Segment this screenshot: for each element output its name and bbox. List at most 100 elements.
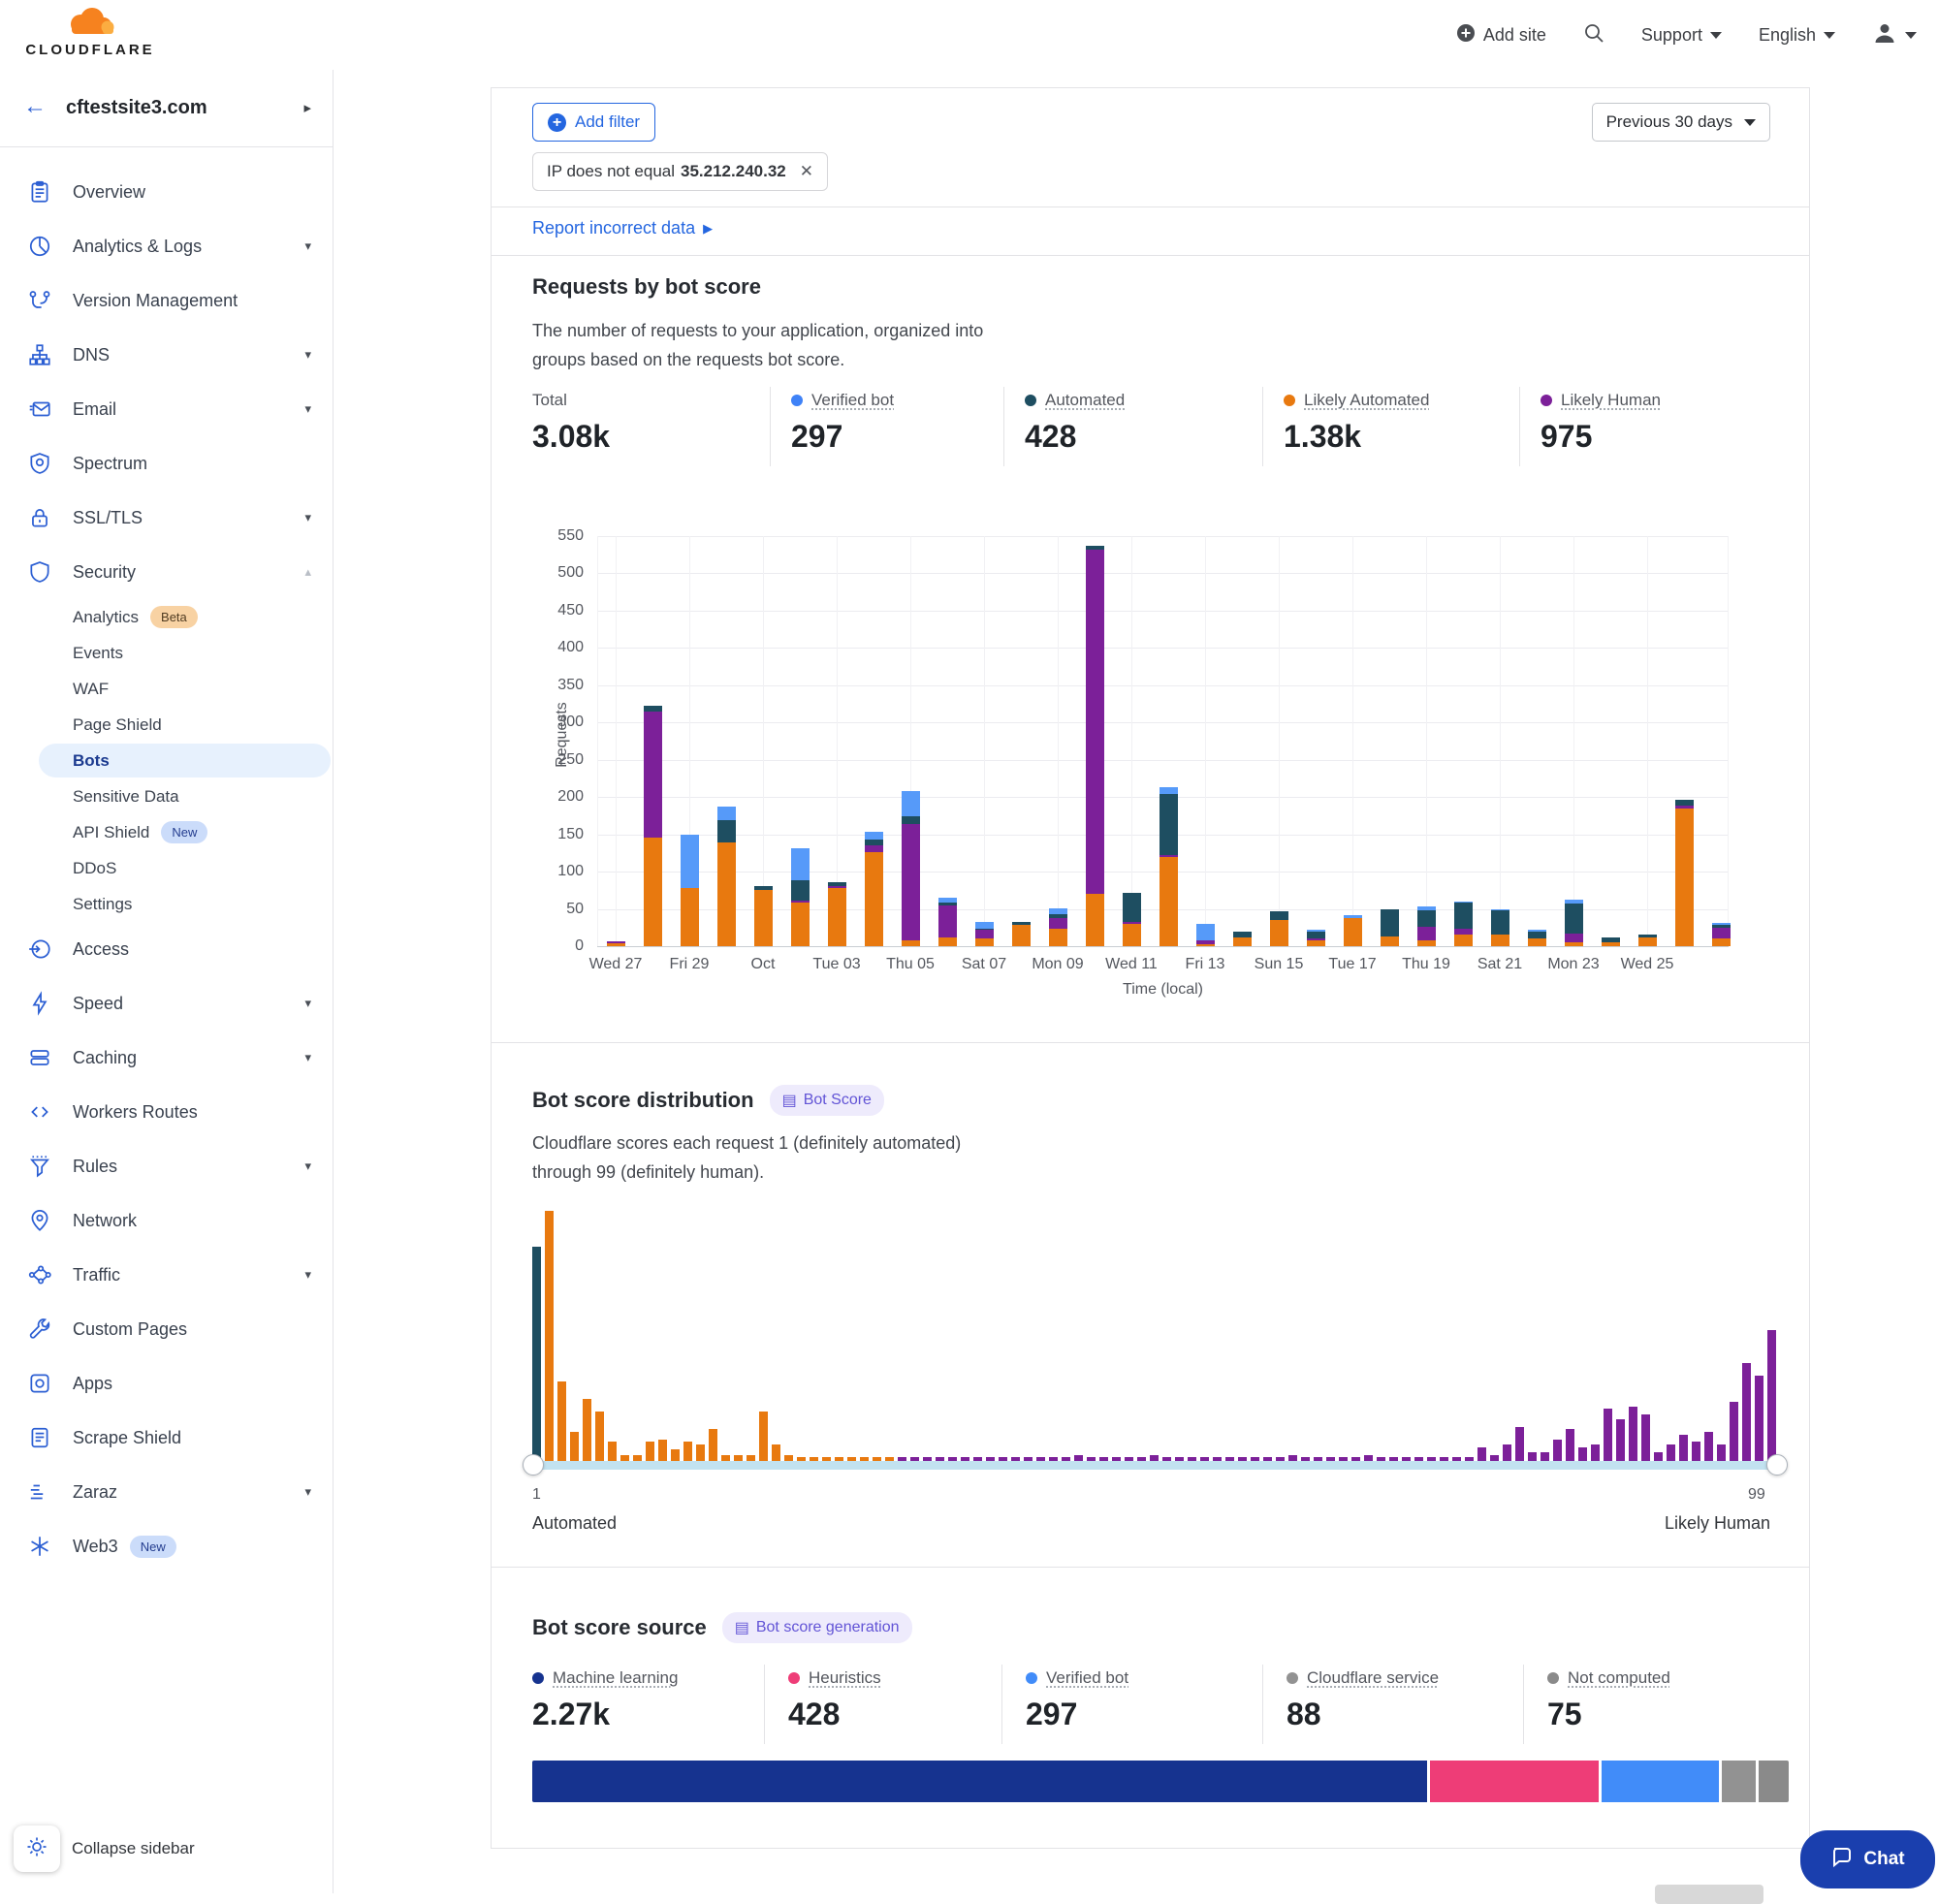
bar-day-13[interactable] bbox=[1049, 908, 1067, 946]
sidebar-item-page-shield[interactable]: Page Shield bbox=[0, 707, 333, 743]
bar-day-8[interactable] bbox=[865, 832, 883, 946]
bar-day-22[interactable] bbox=[1381, 909, 1399, 946]
bot-score-badge[interactable]: ▤ Bot Score bbox=[770, 1085, 884, 1116]
stat-label[interactable]: Likely Automated bbox=[1304, 391, 1429, 410]
sidebar-item-waf[interactable]: WAF bbox=[0, 671, 333, 707]
hist-bar-score-89[interactable] bbox=[1641, 1414, 1650, 1465]
hist-bar-score-6[interactable] bbox=[595, 1412, 604, 1465]
report-incorrect-data-link[interactable]: Report incorrect data ▶ bbox=[532, 218, 713, 238]
bar-day-30[interactable] bbox=[1675, 800, 1694, 946]
requests-bar-chart[interactable]: Requests Time (local) 050100150200250300… bbox=[597, 536, 1729, 946]
sidebar-item-settings[interactable]: Settings bbox=[0, 886, 333, 922]
time-range-select[interactable]: Previous 30 days bbox=[1592, 103, 1770, 142]
cloudflare-logo[interactable]: CLOUDFLARE bbox=[17, 6, 163, 58]
sidebar-item-events[interactable]: Events bbox=[0, 635, 333, 671]
hist-bar-score-3[interactable] bbox=[557, 1381, 566, 1465]
stat-label[interactable]: Machine learning bbox=[553, 1668, 678, 1688]
sidebar-item-speed[interactable]: Speed▾ bbox=[0, 976, 333, 1031]
sidebar-item-sensitive-data[interactable]: Sensitive Data bbox=[0, 778, 333, 814]
bar-day-15[interactable] bbox=[1123, 893, 1141, 946]
bar-day-14[interactable] bbox=[1086, 546, 1104, 946]
bar-day-3[interactable] bbox=[681, 835, 699, 946]
sidebar-item-network[interactable]: Network bbox=[0, 1193, 333, 1248]
bar-day-9[interactable] bbox=[902, 791, 920, 946]
hist-bar-score-96[interactable] bbox=[1730, 1402, 1738, 1466]
sidebar-item-version-management[interactable]: Version Management bbox=[0, 273, 333, 328]
hist-bar-score-88[interactable] bbox=[1629, 1407, 1637, 1465]
language-menu[interactable]: English bbox=[1759, 25, 1835, 46]
stat-label[interactable]: Not computed bbox=[1568, 1668, 1670, 1688]
sidebar-item-scrape-shield[interactable]: Scrape Shield bbox=[0, 1411, 333, 1465]
source-segment-verified-bot[interactable] bbox=[1602, 1761, 1719, 1802]
settings-button[interactable] bbox=[14, 1825, 60, 1872]
bar-day-21[interactable] bbox=[1344, 915, 1362, 946]
close-icon[interactable]: ✕ bbox=[800, 162, 813, 181]
slider-handle-min[interactable] bbox=[523, 1454, 544, 1476]
hist-bar-score-99[interactable] bbox=[1767, 1330, 1776, 1465]
bar-day-7[interactable] bbox=[828, 882, 846, 946]
bar-day-31[interactable] bbox=[1712, 923, 1731, 946]
bar-day-29[interactable] bbox=[1638, 935, 1657, 946]
sidebar-item-security[interactable]: Security▴ bbox=[0, 545, 333, 599]
stat-label[interactable]: Automated bbox=[1045, 391, 1125, 410]
hist-bar-score-15[interactable] bbox=[709, 1429, 717, 1465]
hist-bar-score-97[interactable] bbox=[1742, 1363, 1751, 1465]
sidebar-item-workers-routes[interactable]: Workers Routes bbox=[0, 1085, 333, 1139]
bar-day-6[interactable] bbox=[791, 848, 810, 946]
sidebar-item-access[interactable]: Access bbox=[0, 922, 333, 976]
bar-day-23[interactable] bbox=[1417, 906, 1436, 946]
bot-score-generation-badge[interactable]: ▤ Bot score generation bbox=[722, 1612, 912, 1643]
filter-chip[interactable]: IP does not equal 35.212.240.32 ✕ bbox=[532, 152, 828, 191]
stat-label[interactable]: Heuristics bbox=[809, 1668, 881, 1688]
hist-bar-score-19[interactable] bbox=[759, 1412, 768, 1465]
stat-label[interactable]: Cloudflare service bbox=[1307, 1668, 1439, 1688]
bar-day-18[interactable] bbox=[1233, 932, 1252, 946]
account-menu[interactable] bbox=[1872, 20, 1917, 50]
bar-day-17[interactable] bbox=[1196, 924, 1215, 946]
bar-day-11[interactable] bbox=[975, 922, 994, 946]
bar-day-20[interactable] bbox=[1307, 930, 1325, 946]
collapse-sidebar-label[interactable]: Collapse sidebar bbox=[72, 1839, 195, 1858]
bar-day-2[interactable] bbox=[644, 706, 662, 946]
sidebar-item-ssl-tls[interactable]: SSL/TLS▾ bbox=[0, 491, 333, 545]
support-menu[interactable]: Support bbox=[1641, 25, 1722, 46]
hist-bar-score-79[interactable] bbox=[1515, 1427, 1524, 1465]
bar-day-16[interactable] bbox=[1160, 787, 1178, 946]
sidebar-item-traffic[interactable]: Traffic▾ bbox=[0, 1248, 333, 1302]
sidebar-item-web3[interactable]: Web3New bbox=[0, 1519, 333, 1573]
sidebar-item-apps[interactable]: Apps bbox=[0, 1356, 333, 1411]
chevron-right-icon[interactable]: ▸ bbox=[303, 99, 311, 116]
bar-day-27[interactable] bbox=[1565, 900, 1583, 946]
bar-day-26[interactable] bbox=[1528, 930, 1546, 946]
sidebar-item-spectrum[interactable]: Spectrum bbox=[0, 436, 333, 491]
stat-label[interactable]: Verified bot bbox=[811, 391, 894, 410]
bar-day-24[interactable] bbox=[1454, 902, 1473, 946]
sidebar-item-ddos[interactable]: DDoS bbox=[0, 850, 333, 886]
source-segment-machine-learning[interactable] bbox=[532, 1761, 1427, 1802]
hist-bar-score-86[interactable] bbox=[1604, 1409, 1612, 1465]
sidebar-item-api-shield[interactable]: API ShieldNew bbox=[0, 814, 333, 850]
source-segment-cloudflare-service[interactable] bbox=[1722, 1761, 1757, 1802]
hist-bar-score-1[interactable] bbox=[532, 1247, 541, 1465]
search-button[interactable] bbox=[1583, 22, 1604, 48]
hist-bar-score-87[interactable] bbox=[1616, 1419, 1625, 1465]
stat-label[interactable]: Likely Human bbox=[1561, 391, 1661, 410]
score-slider-track[interactable] bbox=[532, 1461, 1777, 1470]
bar-day-1[interactable] bbox=[607, 941, 625, 946]
sidebar-item-email[interactable]: Email▾ bbox=[0, 382, 333, 436]
sidebar-item-caching[interactable]: Caching▾ bbox=[0, 1031, 333, 1085]
hist-bar-score-98[interactable] bbox=[1755, 1376, 1763, 1465]
sidebar-item-analytics[interactable]: AnalyticsBeta bbox=[0, 599, 333, 635]
hist-bar-score-94[interactable] bbox=[1704, 1432, 1713, 1465]
sidebar-item-zaraz[interactable]: Zaraz▾ bbox=[0, 1465, 333, 1519]
hist-bar-score-83[interactable] bbox=[1566, 1429, 1574, 1465]
bar-day-4[interactable] bbox=[717, 807, 736, 946]
source-segment-not-computed[interactable] bbox=[1759, 1761, 1788, 1802]
sidebar-item-rules[interactable]: Rules▾ bbox=[0, 1139, 333, 1193]
bar-day-12[interactable] bbox=[1012, 922, 1031, 946]
add-site-button[interactable]: Add site bbox=[1456, 23, 1546, 48]
bar-day-19[interactable] bbox=[1270, 911, 1288, 946]
sidebar-item-bots[interactable]: Bots bbox=[0, 743, 333, 778]
hist-bar-score-2[interactable] bbox=[545, 1211, 554, 1465]
bar-day-28[interactable] bbox=[1602, 937, 1620, 946]
